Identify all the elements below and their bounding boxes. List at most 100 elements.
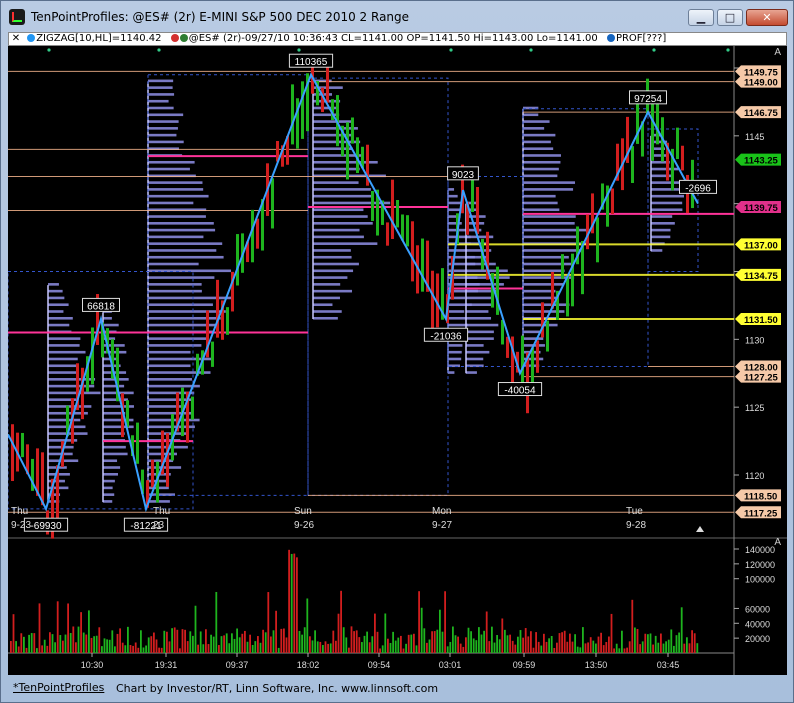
profile-row bbox=[48, 357, 78, 361]
volume-bar bbox=[23, 636, 25, 653]
profile-row bbox=[148, 303, 213, 307]
profile-row bbox=[148, 93, 175, 96]
profile-row bbox=[103, 479, 115, 483]
volume-bar bbox=[280, 628, 283, 653]
profile-row bbox=[313, 215, 368, 218]
volume-bar bbox=[64, 634, 67, 653]
profile-row bbox=[466, 357, 484, 361]
volume-bar bbox=[613, 648, 615, 653]
chart-plot-area[interactable]: A A -69930 66818 -81221 110365 -21036 9023 -40… bbox=[7, 46, 787, 675]
price-tag-label: 1127.25 bbox=[744, 373, 779, 384]
volume-bar bbox=[498, 639, 501, 653]
volume-bar bbox=[418, 591, 420, 653]
volume-bar bbox=[340, 590, 342, 653]
volume-bar bbox=[249, 634, 251, 653]
volume-bar bbox=[309, 636, 311, 653]
time-tick-label: 13:50 bbox=[585, 660, 608, 670]
volume-bar bbox=[639, 644, 641, 653]
profile-row bbox=[523, 208, 560, 212]
volume-bar bbox=[119, 628, 121, 653]
volume-bar bbox=[569, 633, 571, 653]
profile-study-readout[interactable]: PROF[???] bbox=[616, 33, 666, 44]
volume-bar bbox=[324, 641, 327, 653]
price-bar bbox=[596, 217, 599, 263]
minimize-button[interactable]: ▁ bbox=[688, 9, 714, 26]
volume-bar bbox=[410, 634, 413, 653]
volume-bar bbox=[319, 641, 322, 653]
volume-bar bbox=[142, 647, 145, 653]
volume-bar bbox=[675, 635, 678, 653]
volume-bar bbox=[449, 641, 452, 653]
volume-bar bbox=[329, 643, 332, 653]
day-label: Mon bbox=[432, 506, 451, 517]
volume-bar bbox=[192, 635, 194, 653]
volume-bar bbox=[402, 648, 405, 653]
volume-bar bbox=[267, 592, 270, 653]
volume-bar bbox=[595, 643, 597, 653]
volume-bar bbox=[189, 631, 192, 653]
volume-bar bbox=[431, 631, 433, 653]
profile-row bbox=[466, 323, 499, 327]
price-chart-svg[interactable]: A A -6993066818-81221110365-210369023-40… bbox=[7, 46, 787, 675]
profile-row bbox=[313, 303, 333, 307]
volume-bar bbox=[257, 636, 259, 653]
zigzag-label: -40054 bbox=[504, 386, 536, 397]
profile-row bbox=[148, 337, 208, 340]
profile-row bbox=[523, 160, 561, 164]
volume-bar bbox=[145, 645, 147, 653]
profile-row bbox=[523, 215, 576, 218]
volume-bar bbox=[618, 648, 621, 653]
title-bar[interactable]: TenPointProfiles: @ES# (2r) E-MINI S&P 5… bbox=[1, 1, 793, 31]
volume-bar bbox=[556, 642, 558, 653]
profile-study-icon[interactable] bbox=[606, 34, 615, 42]
volume-bar bbox=[641, 641, 644, 653]
price-bar bbox=[391, 179, 394, 239]
volume-bar bbox=[602, 645, 605, 653]
volume-bar bbox=[527, 636, 530, 653]
volume-bar bbox=[652, 644, 654, 653]
volume-bar bbox=[124, 645, 127, 653]
close-button[interactable]: ✕ bbox=[746, 9, 788, 26]
price-bar bbox=[566, 276, 569, 317]
zigzag-study-icon[interactable] bbox=[27, 34, 36, 42]
price-bar bbox=[681, 145, 684, 171]
volume-bar bbox=[290, 553, 293, 653]
profile-row bbox=[313, 208, 364, 212]
volume-bar bbox=[337, 613, 340, 653]
volume-bar bbox=[381, 645, 384, 653]
profile-row bbox=[523, 120, 550, 123]
zigzag-study-readout[interactable]: ZIGZAG[10,HL]=1140.42 bbox=[36, 33, 161, 44]
volume-bar bbox=[480, 634, 483, 653]
close-icon[interactable]: ✕ bbox=[11, 33, 21, 45]
volume-bar bbox=[543, 633, 545, 653]
volume-bar bbox=[459, 643, 462, 653]
volume-bar bbox=[155, 639, 158, 653]
chart-page-tab[interactable]: *TenPointProfiles bbox=[13, 681, 104, 694]
volume-bar bbox=[80, 612, 82, 653]
volume-bar bbox=[12, 614, 15, 653]
profile-row bbox=[148, 310, 226, 313]
volume-bar bbox=[238, 637, 241, 653]
volume-bar bbox=[46, 645, 49, 653]
volume-bar bbox=[426, 642, 428, 653]
profile-row bbox=[48, 445, 74, 449]
volume-bar bbox=[342, 627, 345, 653]
profile-row bbox=[148, 411, 192, 415]
volume-tick-label: 140000 bbox=[745, 545, 775, 555]
volume-bar bbox=[69, 633, 72, 653]
profile-row bbox=[313, 228, 360, 232]
profile-row bbox=[48, 405, 92, 408]
profile-row bbox=[448, 188, 455, 191]
volume-bar bbox=[132, 645, 134, 653]
volume-bar bbox=[574, 634, 576, 653]
volume-bar bbox=[259, 642, 262, 653]
scroll-marker-icon[interactable] bbox=[696, 526, 704, 532]
profile-row bbox=[523, 262, 574, 266]
volume-bar bbox=[85, 634, 88, 653]
quote-readout[interactable]: @ES# (2r)-09/27/10 10:36:43 CL=1141.00 O… bbox=[189, 33, 598, 44]
price-tag-label: 1139.75 bbox=[744, 203, 779, 214]
volume-bar bbox=[223, 635, 225, 653]
maximize-button[interactable]: □ bbox=[717, 9, 743, 26]
profile-row bbox=[313, 316, 338, 320]
volume-bar bbox=[270, 636, 272, 653]
